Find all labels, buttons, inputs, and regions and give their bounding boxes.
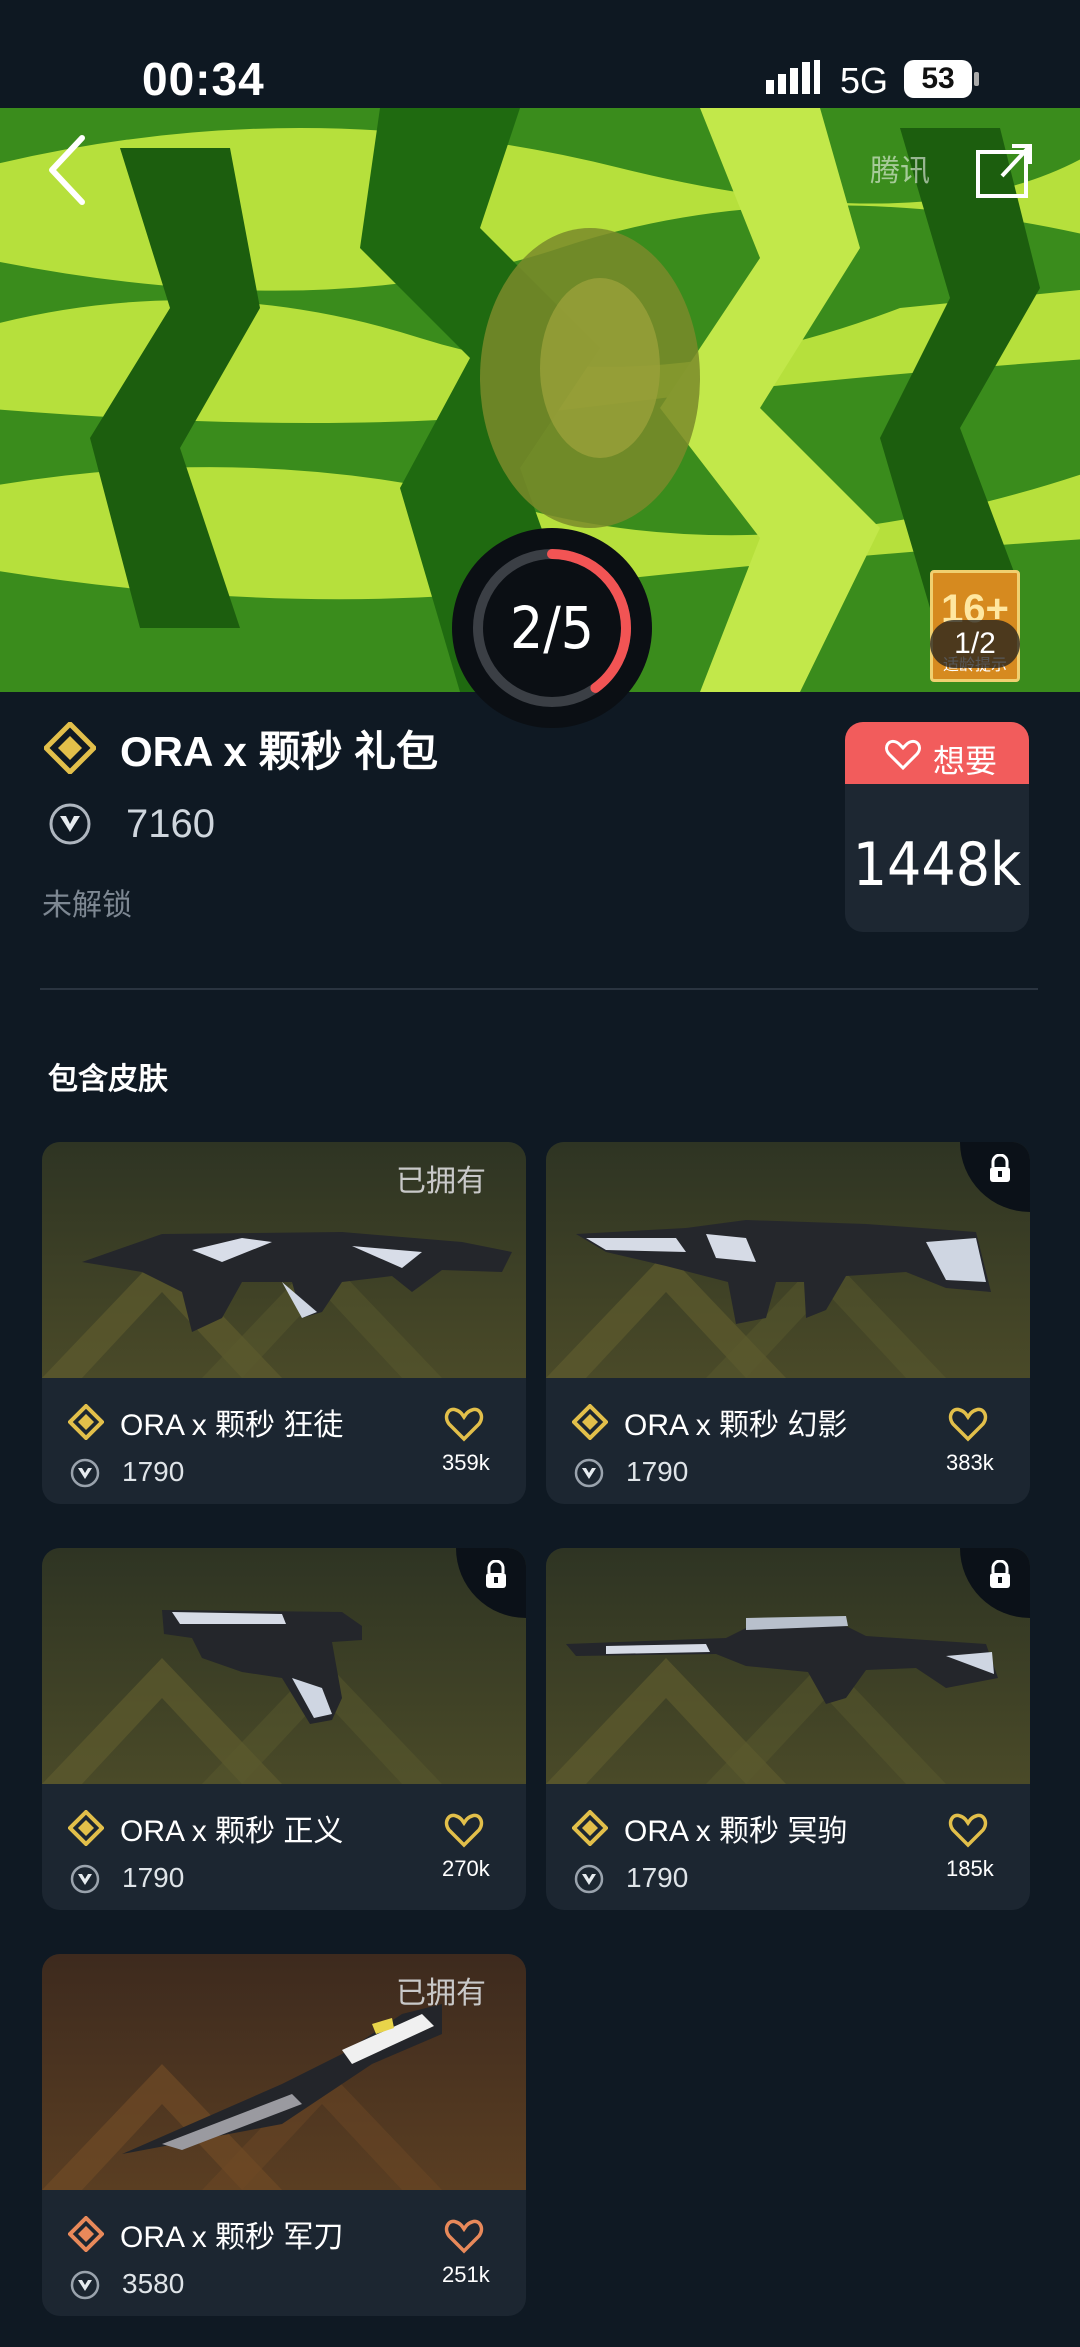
- skin-likes: 270k: [442, 1856, 490, 1881]
- skin-name: ORA x 颗秒 正义: [120, 1815, 344, 1848]
- vp-currency-icon: [574, 1864, 604, 1894]
- vp-currency-icon: [574, 1458, 604, 1488]
- unlock-status: 未解锁: [42, 889, 132, 922]
- lock-icon: [486, 1560, 506, 1588]
- want-header: 想要: [845, 722, 1029, 784]
- back-icon[interactable]: [40, 130, 100, 210]
- skin-card[interactable]: ORA x 颗秒 幻影 1790 383k: [546, 1142, 1030, 1504]
- heart-icon[interactable]: [948, 1812, 988, 1848]
- bundle-price: 7160: [126, 802, 215, 846]
- skin-price: 3580: [122, 2268, 185, 2299]
- section-title: 包含皮肤: [48, 1063, 168, 1096]
- skin-likes: 383k: [946, 1450, 994, 1475]
- skin-price: 1790: [122, 1456, 185, 1487]
- skin-price: 1790: [122, 1862, 185, 1893]
- skin-likes: 185k: [946, 1856, 994, 1881]
- network-type: 5G: [840, 60, 889, 101]
- owned-label: 已拥有: [396, 1165, 486, 1198]
- owned-label: 已拥有: [396, 1977, 486, 2010]
- divider: [40, 988, 1038, 990]
- lock-icon: [990, 1560, 1010, 1588]
- skin-price: 1790: [626, 1862, 689, 1893]
- tier-icon: [68, 1810, 104, 1846]
- skin-likes: 251k: [442, 2262, 490, 2287]
- skin-name: ORA x 颗秒 狂徒: [120, 1409, 344, 1442]
- skin-image: [546, 1142, 1030, 1378]
- signal-icon: [766, 60, 820, 94]
- heart-icon[interactable]: [444, 1406, 484, 1442]
- tier-icon: [68, 2216, 104, 2252]
- share-icon[interactable]: [972, 138, 1036, 202]
- skin-image: [42, 1548, 526, 1784]
- vp-currency-icon: [70, 2270, 100, 2300]
- skin-name: ORA x 颗秒 冥驹: [624, 1815, 848, 1848]
- vp-currency-icon: [49, 803, 91, 845]
- skin-card[interactable]: ORA x 颗秒 正义 1790 270k: [42, 1548, 526, 1910]
- heart-icon[interactable]: [948, 1406, 988, 1442]
- skin-price: 1790: [626, 1456, 689, 1487]
- bundle-title: ORA x 颗秒 礼包: [120, 728, 439, 775]
- skin-card[interactable]: 已拥有 ORA x 颗秒 军刀 3580 251k: [42, 1954, 526, 2316]
- want-count: 1448k: [852, 830, 1022, 900]
- tier-icon: [572, 1404, 608, 1440]
- skin-image: [546, 1548, 1030, 1784]
- vp-currency-icon: [70, 1458, 100, 1488]
- want-label: 想要: [933, 743, 998, 779]
- lock-icon: [990, 1154, 1010, 1182]
- skin-likes: 359k: [442, 1450, 490, 1475]
- vp-currency-icon: [70, 1864, 100, 1894]
- image-page-indicator: 1/2: [930, 620, 1020, 668]
- heart-icon: [885, 739, 921, 770]
- tier-icon: [68, 1404, 104, 1440]
- tier-icon: [572, 1810, 608, 1846]
- want-button[interactable]: 想要 1448k: [845, 722, 1029, 932]
- skin-card[interactable]: 已拥有 ORA x 颗秒 狂徒 1790 359k: [42, 1142, 526, 1504]
- status-bar: 00:34 5G 53: [0, 0, 1080, 108]
- heart-icon[interactable]: [444, 2218, 484, 2254]
- tier-diamond-icon: [44, 722, 96, 774]
- battery-tip: [974, 72, 979, 86]
- collection-progress-text: 2/5: [510, 594, 594, 662]
- status-time: 00:34: [142, 53, 265, 105]
- battery-icon: 53: [904, 60, 972, 98]
- heart-icon[interactable]: [444, 1812, 484, 1848]
- skin-name: ORA x 颗秒 幻影: [624, 1409, 848, 1442]
- skin-name: ORA x 颗秒 军刀: [120, 2221, 344, 2254]
- watermark-text: 腾讯: [870, 155, 930, 188]
- skin-card[interactable]: ORA x 颗秒 冥驹 1790 185k: [546, 1548, 1030, 1910]
